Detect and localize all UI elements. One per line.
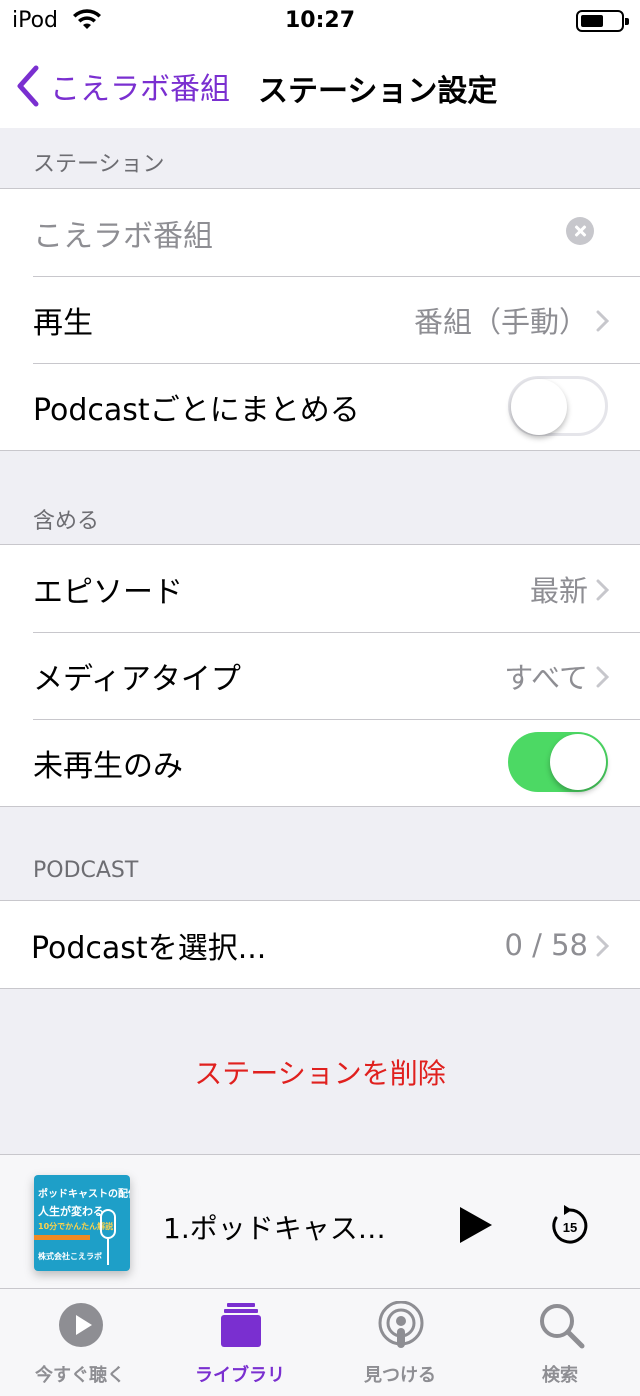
library-stack-icon	[221, 1303, 261, 1347]
media-type-value: すべて	[504, 660, 588, 695]
station-settings-group: こえラボ番組 再生 番組（手動） Podcastごとにまとめる	[0, 188, 640, 451]
page-title: ステーション設定	[258, 74, 498, 109]
skip-forward-icon[interactable]: 15	[550, 1203, 590, 1245]
playback-label: 再生	[33, 305, 93, 341]
tab-search[interactable]: 検索	[480, 1289, 640, 1396]
clock-time: 10:27	[284, 8, 356, 33]
podcast-icon	[378, 1301, 424, 1348]
tab-listen-now[interactable]: 今すぐ聴く	[0, 1289, 160, 1396]
navigation-bar: こえラボ番組 ステーション設定	[0, 42, 640, 128]
tab-label: 見つける	[364, 1365, 436, 1386]
tab-bar: 今すぐ聴く ライブラリ 見つける 検索	[0, 1288, 640, 1396]
chevron-right-icon	[596, 935, 610, 957]
select-podcast-label: Podcastを選択...	[31, 930, 267, 966]
tab-browse[interactable]: 見つける	[320, 1289, 480, 1396]
play-icon[interactable]	[458, 1205, 494, 1245]
search-icon	[540, 1304, 585, 1349]
clear-text-icon[interactable]	[566, 217, 594, 245]
playback-value: 番組（手動）	[413, 304, 588, 339]
battery-icon	[576, 10, 629, 32]
section-header-station: ステーション	[33, 152, 165, 177]
media-type-label: メディアタイプ	[33, 661, 241, 697]
artwork-accent-bar	[34, 1235, 90, 1240]
artwork-text-line4: 株式会社こえラボ	[38, 1252, 102, 1261]
chevron-left-icon	[17, 65, 39, 107]
play-circle-icon	[59, 1303, 103, 1347]
tab-library[interactable]: ライブラリ	[160, 1289, 320, 1396]
artwork-text-line2: 人生が変わる	[38, 1205, 104, 1218]
select-podcast-count: 0 / 58	[504, 927, 588, 962]
episodes-label: エピソード	[33, 574, 183, 610]
unplayed-only-label: 未再生のみ	[33, 748, 183, 784]
section-header-include: 含める	[33, 509, 100, 534]
tab-label: ライブラリ	[195, 1365, 285, 1386]
status-bar: iPod 10:27	[0, 0, 640, 42]
playback-row[interactable]: 再生 番組（手動）	[0, 276, 640, 363]
unplayed-only-toggle[interactable]	[508, 732, 608, 792]
chevron-right-icon	[596, 666, 610, 688]
unplayed-only-row: 未再生のみ	[0, 719, 640, 806]
back-button[interactable]: こえラボ番組	[14, 64, 230, 108]
back-button-label: こえラボ番組	[50, 72, 230, 107]
select-podcast-row[interactable]: Podcastを選択... 0 / 58	[0, 901, 640, 988]
chevron-right-icon	[596, 579, 610, 601]
podcast-artwork[interactable]: ポッドキャストの配信で 人生が変わる 10分でかんたん解説 株式会社こえラボ	[34, 1175, 130, 1271]
group-by-podcast-label: Podcastごとにまとめる	[33, 392, 360, 428]
episodes-row[interactable]: エピソード 最新	[0, 545, 640, 632]
media-type-row[interactable]: メディアタイプ すべて	[0, 632, 640, 719]
group-by-podcast-toggle[interactable]	[508, 376, 608, 436]
station-name-field[interactable]: こえラボ番組	[0, 189, 640, 276]
include-settings-group: エピソード 最新 メディアタイプ すべて 未再生のみ	[0, 544, 640, 807]
mini-player[interactable]: ポッドキャストの配信で 人生が変わる 10分でかんたん解説 株式会社こえラボ 1…	[0, 1154, 640, 1288]
artwork-text-line1: ポッドキャストの配信で	[38, 1189, 130, 1200]
group-by-podcast-row: Podcastごとにまとめる	[0, 363, 640, 450]
skip-seconds-label: 15	[563, 1220, 577, 1235]
tab-label: 検索	[542, 1365, 578, 1386]
chevron-right-icon	[596, 310, 610, 332]
delete-station-button[interactable]: ステーションを削除	[0, 1052, 640, 1092]
podcast-settings-group: Podcastを選択... 0 / 58	[0, 900, 640, 989]
section-header-podcast: PODCAST	[33, 858, 139, 883]
station-name-input[interactable]: こえラボ番組	[33, 211, 213, 255]
microphone-stand	[107, 1239, 109, 1265]
episodes-value: 最新	[529, 573, 588, 608]
microphone-icon	[100, 1209, 116, 1239]
tab-label: 今すぐ聴く	[35, 1365, 125, 1386]
now-playing-title[interactable]: 1.ポッドキャス…	[163, 1207, 386, 1247]
